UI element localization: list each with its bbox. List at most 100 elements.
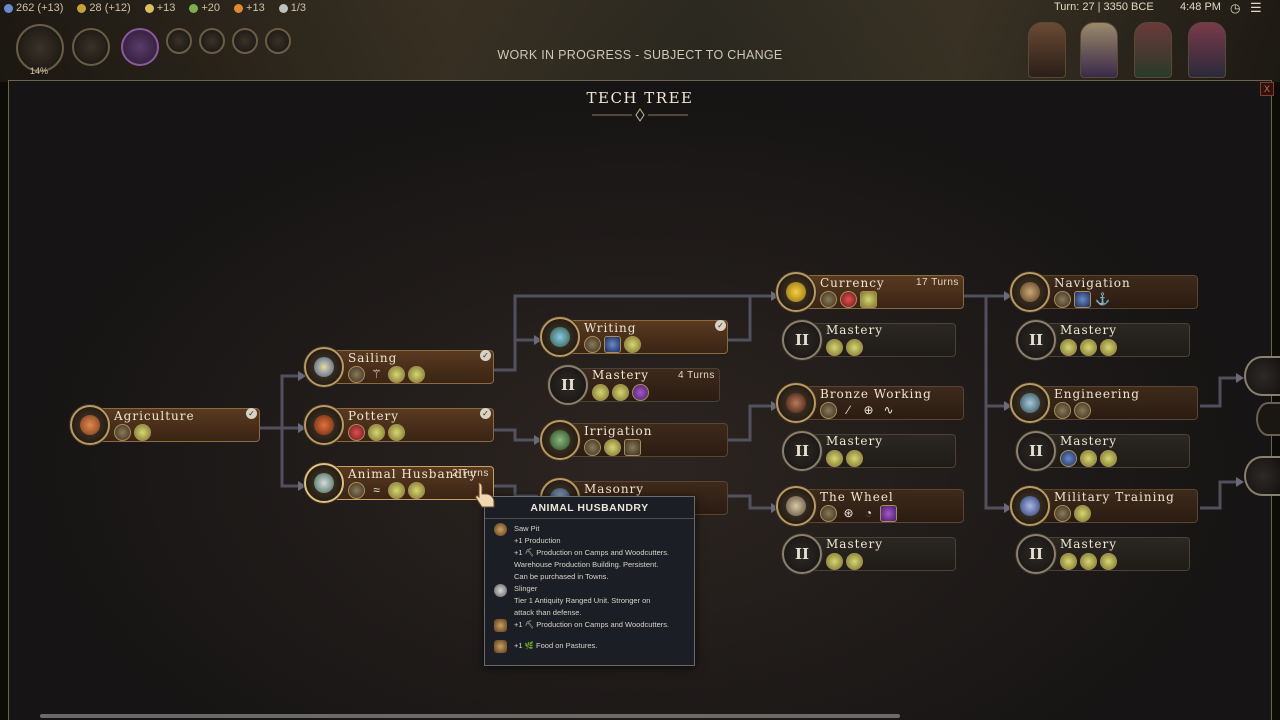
military-training-icon	[1010, 486, 1050, 526]
chariot-icon[interactable]: ◔	[860, 505, 877, 522]
tech-engineering-mastery[interactable]: II Mastery	[1016, 431, 1192, 471]
hand-cursor-icon	[475, 482, 495, 508]
engineering-icon	[1010, 383, 1050, 423]
unlock-icon[interactable]	[1074, 505, 1091, 522]
completed-check-icon: ✓	[715, 320, 726, 331]
unlock-icon[interactable]	[1080, 553, 1097, 570]
tech-writing-mastery[interactable]: II Mastery 4 Turns	[548, 365, 724, 405]
tech-animal-husbandry[interactable]: Animal Husbandry 2 Turns ≈	[304, 463, 494, 503]
bow-icon[interactable]: ⊕	[860, 402, 877, 419]
unlock-icon[interactable]	[1080, 450, 1097, 467]
unlock-icon[interactable]	[368, 424, 385, 441]
unlock-icon[interactable]	[408, 482, 425, 499]
unlock-icon[interactable]	[408, 366, 425, 383]
unlock-icon[interactable]	[1100, 450, 1117, 467]
unlock-icon[interactable]	[604, 336, 621, 353]
unlock-icon[interactable]	[584, 439, 601, 456]
completed-check-icon: ✓	[480, 408, 491, 419]
tech-bronze-working-mastery[interactable]: II Mastery	[782, 431, 958, 471]
unlock-icon[interactable]	[846, 450, 863, 467]
irrigation-icon	[540, 420, 580, 460]
unlock-icon[interactable]	[846, 553, 863, 570]
tech-irrigation[interactable]: Irrigation	[540, 420, 730, 460]
lamp-icon[interactable]: ⚚	[368, 366, 385, 383]
unlock-icon[interactable]	[1060, 553, 1077, 570]
agriculture-icon	[70, 405, 110, 445]
unlock-icon[interactable]	[820, 402, 837, 419]
mastery-icon: II	[1016, 320, 1056, 360]
pottery-icon	[304, 405, 344, 445]
ship-icon[interactable]: ⚓	[1094, 291, 1111, 308]
runner-icon[interactable]: ⊛	[840, 505, 857, 522]
unlock-icon[interactable]	[826, 553, 843, 570]
unlock-icon[interactable]	[1060, 339, 1077, 356]
unlock-icon[interactable]	[592, 384, 609, 401]
unlock-icon[interactable]	[348, 482, 365, 499]
unlock-icon[interactable]	[388, 482, 405, 499]
tech-bronze-working[interactable]: Bronze Working ∕ ⊕ ∿	[776, 383, 966, 423]
tech-currency-mastery[interactable]: II Mastery	[782, 320, 958, 360]
tech-military-training-mastery[interactable]: II Mastery	[1016, 534, 1192, 574]
tech-navigation-mastery[interactable]: II Mastery	[1016, 320, 1192, 360]
mastery-icon: II	[1016, 431, 1056, 471]
unlock-icon[interactable]	[1060, 450, 1077, 467]
mastery-icon: II	[782, 534, 822, 574]
unlock-icon[interactable]	[820, 291, 837, 308]
tech-navigation[interactable]: Navigation ⚓	[1010, 272, 1200, 312]
unlock-icon[interactable]	[880, 505, 897, 522]
unlock-icon[interactable]	[612, 384, 629, 401]
tech-tooltip: ANIMAL HUSBANDRY Saw Pit +1 Production +…	[484, 496, 695, 666]
unlock-icon[interactable]	[348, 424, 365, 441]
unlock-icon[interactable]	[604, 439, 621, 456]
mastery-icon: II	[782, 431, 822, 471]
tech-military-training[interactable]: Military Training	[1010, 486, 1200, 526]
unlock-icon[interactable]	[1054, 402, 1071, 419]
unlock-icon[interactable]	[624, 439, 641, 456]
tech-engineering[interactable]: Engineering	[1010, 383, 1200, 423]
unlock-icon[interactable]	[1054, 291, 1071, 308]
unlock-icon[interactable]	[1074, 291, 1091, 308]
tech-agriculture[interactable]: Agriculture ✓	[70, 405, 260, 445]
unlock-icon[interactable]	[388, 366, 405, 383]
next-tech-icon[interactable]	[1244, 356, 1280, 396]
unlock-icon[interactable]	[840, 291, 857, 308]
unlock-icon[interactable]	[114, 424, 131, 441]
tech-pottery[interactable]: Pottery ✓	[304, 405, 494, 445]
animal-husbandry-icon	[304, 463, 344, 503]
unlock-icon[interactable]	[632, 384, 649, 401]
horizontal-scrollbar[interactable]	[40, 714, 900, 718]
mastery-icon: II	[1016, 534, 1056, 574]
next-tech-icon[interactable]	[1256, 402, 1280, 436]
sling-icon[interactable]: ≈	[368, 482, 385, 499]
bronze-working-icon	[776, 383, 816, 423]
saw-pit-icon	[494, 523, 507, 536]
unlock-icon[interactable]	[1100, 553, 1117, 570]
tech-the-wheel-mastery[interactable]: II Mastery	[782, 534, 958, 574]
slinger-icon	[494, 584, 507, 597]
unlock-icon[interactable]	[826, 450, 843, 467]
unlock-icon[interactable]	[348, 366, 365, 383]
writing-icon	[540, 317, 580, 357]
sword-icon[interactable]: ∿	[880, 402, 897, 419]
spear-icon[interactable]: ∕	[840, 402, 857, 419]
unlock-icon[interactable]	[860, 291, 877, 308]
completed-check-icon: ✓	[480, 350, 491, 361]
unlock-icon[interactable]	[820, 505, 837, 522]
next-tech-icon[interactable]	[1244, 456, 1280, 496]
tech-the-wheel[interactable]: The Wheel ⊛ ◔	[776, 486, 966, 526]
unlock-icon[interactable]	[134, 424, 151, 441]
tech-currency[interactable]: Currency 17 Turns	[776, 272, 966, 312]
unlock-icon[interactable]	[1054, 505, 1071, 522]
unlock-icon[interactable]	[584, 336, 601, 353]
unlock-icon[interactable]	[826, 339, 843, 356]
unlock-icon[interactable]	[388, 424, 405, 441]
unlock-icon[interactable]	[1074, 402, 1091, 419]
unlock-icon[interactable]	[1080, 339, 1097, 356]
unlock-icon[interactable]	[624, 336, 641, 353]
tech-writing[interactable]: Writing ✓	[540, 317, 730, 357]
mastery-icon: II	[782, 320, 822, 360]
tech-sailing[interactable]: Sailing ✓ ⚚	[304, 347, 494, 387]
unlock-icon[interactable]	[1100, 339, 1117, 356]
unlock-icon[interactable]	[846, 339, 863, 356]
currency-icon	[776, 272, 816, 312]
